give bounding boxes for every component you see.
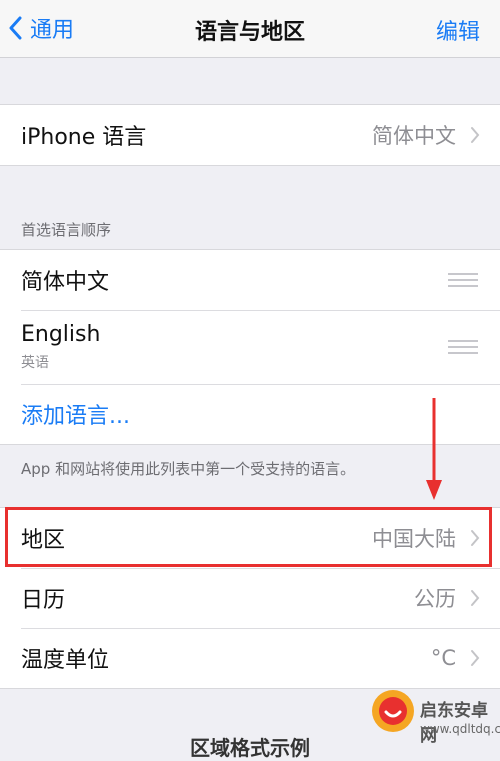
- region-highlight-box: [5, 507, 492, 567]
- watermark-logo-icon: [372, 690, 414, 732]
- preferred-languages-header: 首选语言顺序: [21, 221, 112, 239]
- watermark-url: www.qdltdq.com: [420, 722, 500, 736]
- temperature-unit-label: 温度单位: [21, 648, 110, 673]
- chevron-right-icon: [471, 590, 480, 606]
- iphone-language-group: iPhone 语言 简体中文: [0, 104, 500, 166]
- iphone-language-value: 简体中文: [372, 124, 456, 148]
- chevron-right-icon: [471, 650, 480, 666]
- iphone-language-row[interactable]: iPhone 语言 简体中文: [0, 105, 500, 165]
- language-sublabel: 英语: [21, 355, 49, 371]
- reorder-handle-icon[interactable]: [448, 273, 478, 287]
- add-language-button[interactable]: 添加语言...: [21, 398, 130, 430]
- watermark-name: 启东安卓网: [420, 701, 488, 746]
- chevron-right-icon: [471, 127, 480, 143]
- languages-footer-note: App 和网站将使用此列表中第一个受支持的语言。: [21, 460, 356, 478]
- calendar-row[interactable]: 日历 公历: [0, 568, 500, 628]
- iphone-language-label: iPhone 语言: [21, 125, 147, 150]
- reorder-handle-icon[interactable]: [448, 340, 478, 354]
- calendar-label: 日历: [21, 588, 66, 613]
- language-label: English: [21, 322, 101, 347]
- arrow-down-icon: [426, 398, 442, 500]
- language-label: 简体中文: [21, 270, 110, 295]
- nav-bar: 通用 语言与地区 编辑: [0, 0, 500, 58]
- temperature-unit-value: °C: [430, 646, 456, 670]
- page-title: 语言与地区: [194, 20, 305, 45]
- language-row-chinese[interactable]: 简体中文: [0, 250, 500, 310]
- calendar-value: 公历: [414, 587, 456, 611]
- temperature-unit-row[interactable]: 温度单位 °C: [0, 628, 500, 688]
- edit-button[interactable]: 编辑: [436, 14, 480, 46]
- language-row-english[interactable]: English 英语: [0, 310, 500, 384]
